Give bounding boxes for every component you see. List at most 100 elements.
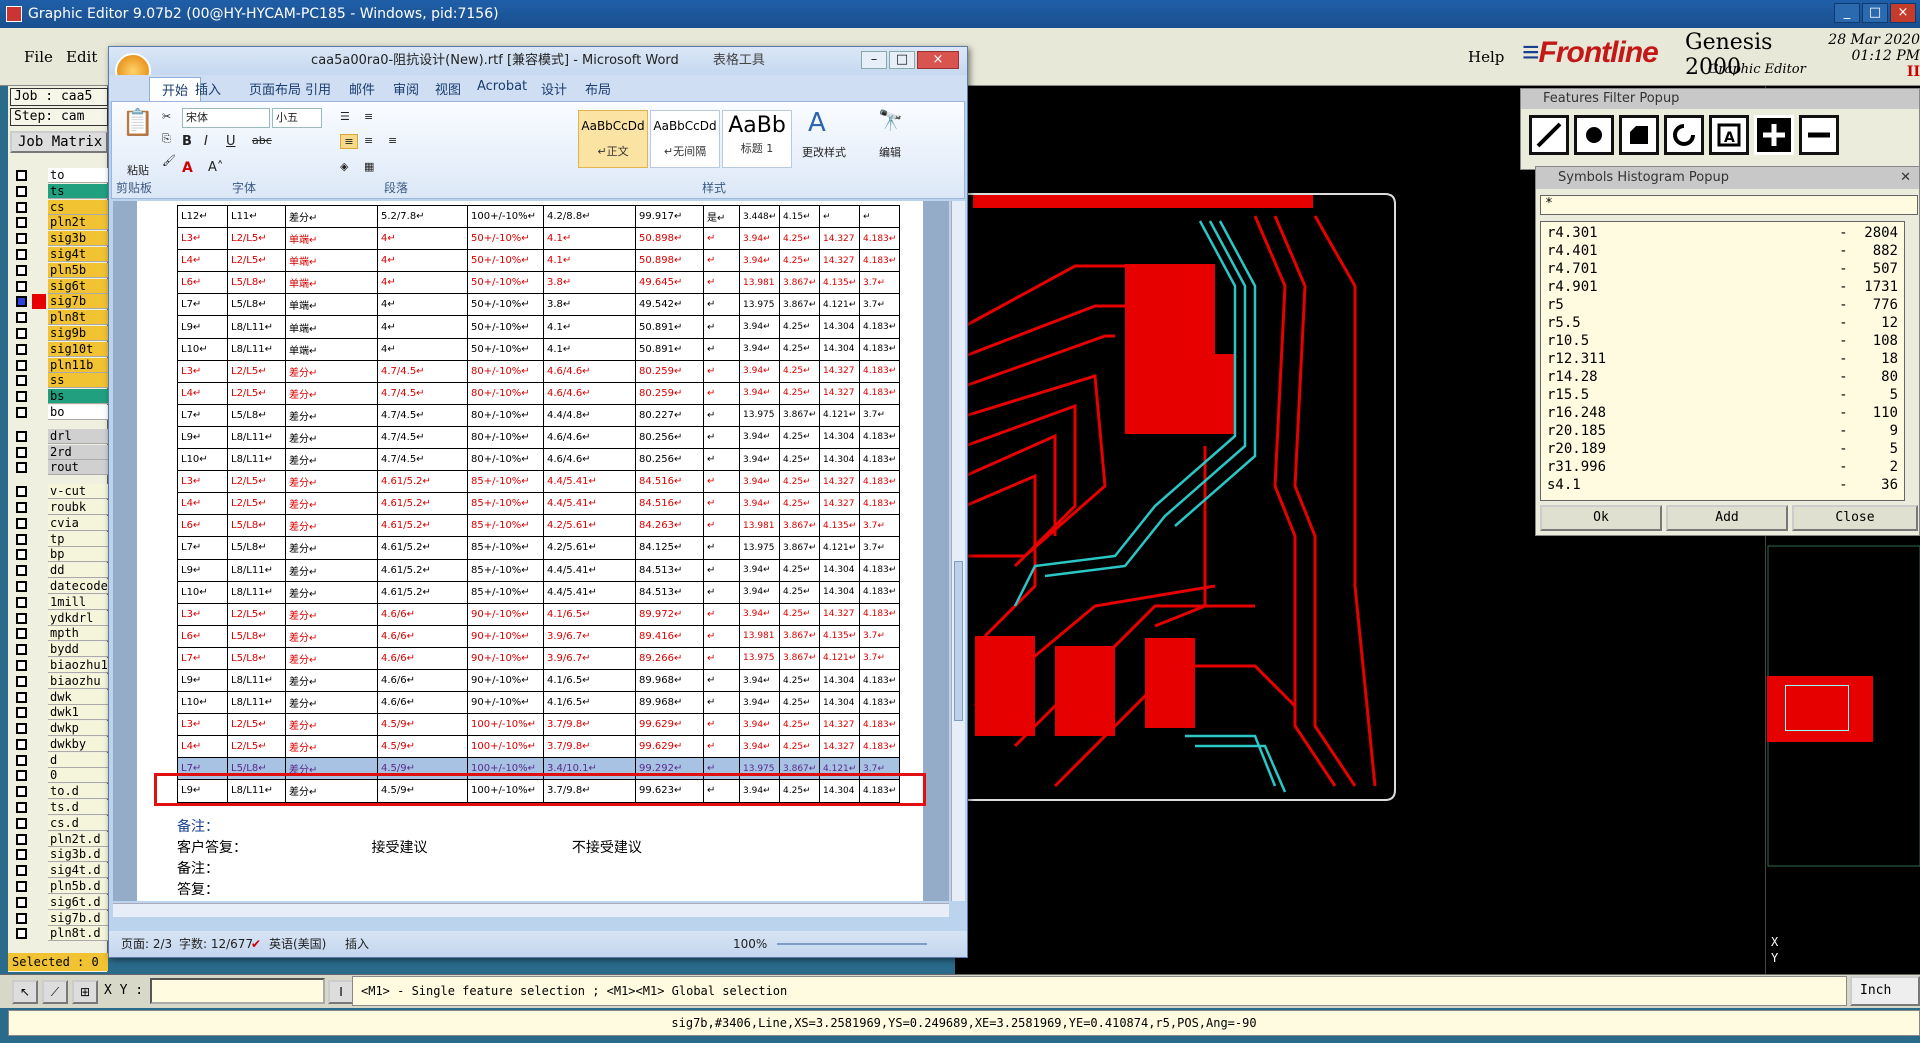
layer-checkbox[interactable] bbox=[16, 343, 27, 355]
table-row[interactable]: L6↵ L5/L8↵ 差分↵ 4.61/5.2↵ 85+/-10%↵ 4.2/5.61↵ 8… bbox=[177, 514, 900, 538]
table-cell[interactable]: L8/L11↵ bbox=[227, 337, 286, 361]
table-cell[interactable]: 单端↵ bbox=[285, 293, 378, 317]
table-cell[interactable]: ↵ bbox=[703, 359, 740, 383]
layer-row[interactable]: sig4t bbox=[12, 246, 110, 263]
table-cell[interactable]: 4.25↵ bbox=[779, 558, 820, 582]
table-cell[interactable]: L8/L11↵ bbox=[227, 315, 286, 339]
layer-row[interactable]: roubk bbox=[12, 499, 110, 516]
word-close-button[interactable]: × bbox=[917, 51, 959, 69]
table-cell[interactable]: 4.7/4.5↵ bbox=[377, 403, 468, 427]
table-cell[interactable]: L8/L11↵ bbox=[227, 448, 286, 472]
layer-name[interactable]: cs.d bbox=[48, 815, 110, 831]
table-cell[interactable]: 84.513↵ bbox=[635, 580, 704, 604]
table-cell[interactable]: 90+/-10%↵ bbox=[467, 646, 544, 670]
layer-checkbox[interactable] bbox=[16, 691, 27, 703]
layer-row[interactable]: bydd bbox=[12, 642, 110, 658]
table-cell[interactable]: 4.25↵ bbox=[779, 425, 820, 450]
table-cell[interactable]: 89.972↵ bbox=[635, 602, 704, 626]
table-row[interactable]: L7↵ L5/L8↵ 差分↵ 4.61/5.2↵ 85+/-10%↵ 4.2/5.61↵ 8… bbox=[177, 536, 900, 560]
table-cell[interactable]: 差分↵ bbox=[285, 691, 378, 715]
ribbon-tab[interactable]: 审阅 bbox=[393, 79, 419, 98]
layer-checkbox[interactable] bbox=[16, 217, 27, 229]
layer-row[interactable]: pln2t.d bbox=[12, 831, 110, 848]
layer-checkbox[interactable] bbox=[16, 833, 27, 845]
layer-checkbox[interactable] bbox=[16, 912, 27, 924]
layer-row[interactable]: dd bbox=[12, 563, 110, 579]
layer-name[interactable]: roubk bbox=[48, 499, 110, 515]
table-cell[interactable]: 50+/-10%↵ bbox=[467, 315, 544, 339]
table-cell[interactable]: ↵ bbox=[703, 315, 740, 339]
layer-name[interactable]: sig10t bbox=[48, 341, 110, 357]
paste-button[interactable]: 粘贴 bbox=[118, 162, 158, 178]
table-cell[interactable]: 3.9/6.7↵ bbox=[543, 624, 636, 648]
style-no-spacing[interactable]: AaBbCcDd ↵无间隔 bbox=[650, 110, 720, 168]
table-cell[interactable]: L10↵ bbox=[177, 448, 228, 472]
layer-checkbox[interactable] bbox=[16, 201, 27, 213]
layer-checkbox[interactable] bbox=[16, 675, 27, 687]
table-cell[interactable]: 4.121↵ bbox=[819, 403, 860, 427]
symbol-row[interactable]: s4.1 - 36 bbox=[1547, 476, 1898, 494]
layer-name[interactable]: sig4t.d bbox=[48, 863, 110, 879]
table-cell[interactable]: 99.917↵ bbox=[635, 204, 704, 229]
table-cell[interactable]: 4.183↵ bbox=[859, 580, 900, 604]
table-cell[interactable]: 4.25↵ bbox=[779, 249, 820, 273]
table-cell[interactable]: 50.898↵ bbox=[635, 249, 704, 273]
layer-row[interactable]: 2rd bbox=[12, 444, 110, 461]
layer-name[interactable]: sig9b bbox=[48, 325, 110, 341]
layer-checkbox[interactable] bbox=[16, 881, 27, 893]
align-center-icon[interactable]: ≡ bbox=[364, 134, 373, 147]
layer-name[interactable]: pln5b.d bbox=[48, 879, 110, 895]
underline-button[interactable]: U bbox=[226, 134, 236, 149]
table-cell[interactable]: 4.1/6.5↵ bbox=[543, 668, 636, 693]
align-right-icon[interactable]: ≡ bbox=[388, 134, 397, 147]
table-cell[interactable]: ↵ bbox=[703, 337, 740, 361]
table-cell[interactable]: 89.968↵ bbox=[635, 691, 704, 715]
table-cell[interactable]: ↵ bbox=[703, 558, 740, 582]
table-cell[interactable]: L8/L11↵ bbox=[227, 425, 286, 450]
style-heading1[interactable]: AaBb 标题 1 bbox=[722, 110, 792, 168]
table-cell[interactable]: 4.25↵ bbox=[779, 735, 820, 759]
layer-name[interactable]: cs bbox=[48, 199, 110, 215]
table-cell[interactable]: 80+/-10%↵ bbox=[467, 359, 544, 383]
table-cell[interactable]: 3.94↵ bbox=[739, 337, 780, 361]
symbol-list[interactable]: r4.301- 2804 r4.401- 882 r4.701- 507 r4.901… bbox=[1540, 221, 1905, 501]
table-cell[interactable]: 差分↵ bbox=[285, 403, 378, 427]
table-cell[interactable]: 差分↵ bbox=[285, 381, 378, 405]
table-cell[interactable]: 4.4/4.8↵ bbox=[543, 403, 636, 427]
table-row[interactable]: L3↵ L2/L5↵ 单端↵ 4↵ 50+/-10%↵ 4.1↵ 50.898↵ ↵ 3.94↵… bbox=[177, 227, 900, 251]
line-tool-icon[interactable] bbox=[1529, 115, 1569, 155]
reject-option[interactable]: 不接受建议 bbox=[572, 840, 642, 856]
table-cell[interactable]: 差分↵ bbox=[285, 470, 378, 494]
table-cell[interactable]: ↵ bbox=[703, 713, 740, 737]
table-cell[interactable]: 3.7↵ bbox=[859, 293, 900, 317]
layer-checkbox[interactable] bbox=[16, 644, 27, 656]
table-cell[interactable]: L9↵ bbox=[177, 558, 228, 582]
table-cell[interactable]: 49.542↵ bbox=[635, 293, 704, 317]
text-tool-icon[interactable]: A bbox=[1709, 115, 1749, 155]
table-cell[interactable]: 3.867↵ bbox=[779, 624, 820, 648]
layer-checkbox[interactable] bbox=[16, 723, 27, 735]
shp-close-icon[interactable]: ✕ bbox=[1900, 167, 1911, 189]
table-cell[interactable]: 3.94↵ bbox=[739, 359, 780, 383]
table-cell[interactable]: L2/L5↵ bbox=[227, 735, 286, 759]
layer-name[interactable]: sig7b.d bbox=[48, 910, 110, 926]
table-cell[interactable]: ↵ bbox=[859, 204, 900, 229]
menu-help[interactable]: Help bbox=[1468, 48, 1504, 66]
language-indicator[interactable]: 英语(美国) bbox=[269, 931, 326, 957]
table-cell[interactable]: 50+/-10%↵ bbox=[467, 227, 544, 251]
symbol-filter-input[interactable]: * bbox=[1540, 195, 1918, 215]
table-cell[interactable]: 4.25↵ bbox=[779, 448, 820, 472]
layer-name[interactable]: ss bbox=[48, 373, 110, 389]
layer-row[interactable]: ts.d bbox=[12, 800, 110, 816]
ribbon-tab[interactable]: 布局 bbox=[585, 79, 611, 98]
table-cell[interactable]: 4.1/6.5↵ bbox=[543, 602, 636, 626]
table-cell[interactable]: 4.4/5.41↵ bbox=[543, 492, 636, 516]
layer-name[interactable]: sig6t bbox=[48, 278, 110, 294]
symbol-row[interactable]: r4.701 - 507 bbox=[1547, 260, 1898, 278]
table-row[interactable]: L10↵ L8/L11↵ 差分↵ 4.61/5.2↵ 85+/-10%↵ 4.4/5.41… bbox=[177, 580, 900, 604]
layer-name[interactable]: dwkp bbox=[48, 721, 110, 737]
layer-name[interactable]: dwk1 bbox=[48, 705, 110, 721]
table-row[interactable]: L6↵ L5/L8↵ 差分↵ 4.6/6↵ 90+/-10%↵ 3.9/6.7↵ 89.41… bbox=[177, 624, 900, 648]
change-styles-icon[interactable]: A bbox=[808, 108, 826, 138]
table-cell[interactable]: 单端↵ bbox=[285, 249, 378, 273]
